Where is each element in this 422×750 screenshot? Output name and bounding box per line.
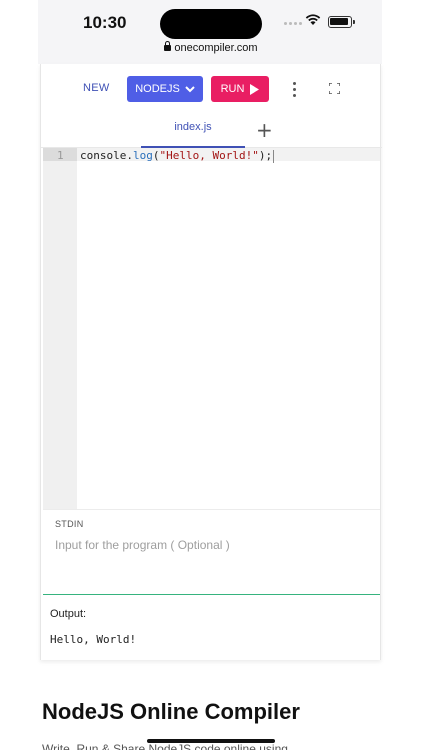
code-token: ); <box>258 149 273 162</box>
signal-icon <box>284 22 302 25</box>
editor-card: NEW NODEJS RUN index.js + 1 console.log(… <box>40 64 382 660</box>
dynamic-island <box>160 9 262 39</box>
stdin-panel: STDIN <box>43 509 380 595</box>
page: 10:30 onecompiler.com NEW NODEJS RUN ind… <box>0 0 422 750</box>
page-title: NodeJS Online Compiler <box>42 699 300 724</box>
url-text: onecompiler.com <box>174 42 258 54</box>
lock-icon <box>164 41 172 51</box>
editor-toolbar: NEW NODEJS RUN <box>41 64 382 116</box>
more-options-icon[interactable] <box>293 82 297 97</box>
code-token-function: log <box>132 149 153 162</box>
new-button[interactable]: NEW <box>83 82 110 94</box>
run-button[interactable]: RUN <box>211 76 269 102</box>
code-line[interactable]: console.log("Hello, World!"); <box>80 149 275 163</box>
output-label: Output: <box>50 608 87 620</box>
fullscreen-icon[interactable] <box>329 83 340 94</box>
battery-icon <box>328 16 355 28</box>
address-bar[interactable]: onecompiler.com <box>0 41 422 54</box>
play-icon <box>250 83 260 95</box>
line-number: 1 <box>57 149 64 162</box>
code-editor[interactable]: 1 console.log("Hello, World!"); <box>43 148 380 509</box>
status-time: 10:30 <box>83 13 127 32</box>
code-token: console. <box>80 149 133 162</box>
stdin-label: STDIN <box>55 519 84 529</box>
home-indicator[interactable] <box>147 739 275 743</box>
stdin-input[interactable] <box>55 538 355 552</box>
file-tabs: index.js + <box>41 116 382 148</box>
tab-index-js[interactable]: index.js <box>141 116 245 148</box>
language-label: NODEJS <box>135 83 180 95</box>
language-select-button[interactable]: NODEJS <box>127 76 203 102</box>
run-label: RUN <box>220 83 245 95</box>
chevron-down-icon <box>185 85 195 92</box>
browser-status-bar: 10:30 onecompiler.com <box>38 0 382 64</box>
text-cursor <box>273 149 275 163</box>
add-file-icon[interactable]: + <box>256 118 273 142</box>
output-panel: Output: Hello, World! <box>43 597 380 660</box>
output-text: Hello, World! <box>50 633 137 646</box>
page-subtext: Write, Run & Share NodeJS code online us… <box>42 742 288 750</box>
line-gutter: 1 <box>43 148 77 509</box>
code-token-string: "Hello, World!" <box>159 149 259 162</box>
wifi-icon <box>305 14 321 25</box>
